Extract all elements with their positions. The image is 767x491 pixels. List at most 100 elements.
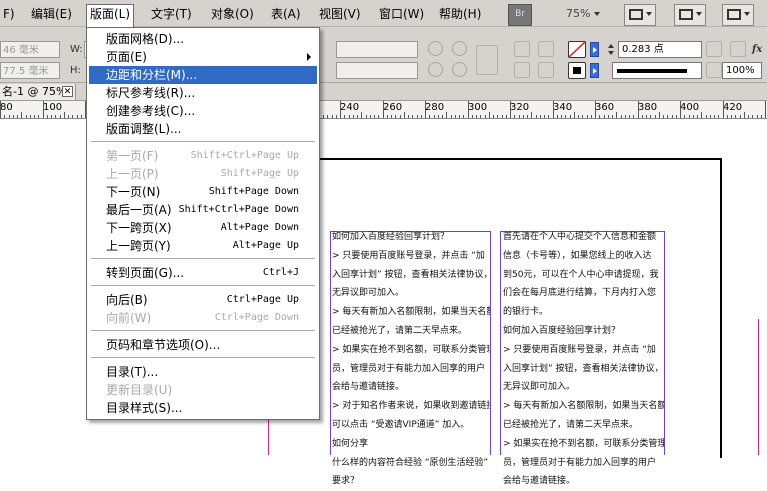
rotate-ccw-icon[interactable] [452,41,467,56]
y-position-field[interactable]: 46 毫米 [0,41,60,58]
menu-item-toc-styles[interactable]: 目录样式(S)... [89,399,317,417]
menu-item-update-toc[interactable]: 更新目录(U) [89,381,317,399]
menu-item-margins-columns[interactable]: 边距和分栏(M)... [89,66,317,84]
menu-item-go-to-page[interactable]: 转到页面(G)... Ctrl+J [89,264,317,282]
menu-item-toc[interactable]: 目录(T)... [89,363,317,381]
text-line: 入回享计划” 按钮，查看相关法律协议， [332,269,490,280]
ruler-tick [357,115,358,118]
text-line: 无异议即可加入。 [503,382,576,393]
ruler-tick [765,101,766,118]
menu-item-pages[interactable]: 页面(E) [89,48,317,66]
stroke-weight-stepper-icon[interactable] [608,42,616,57]
menu-item-first-page[interactable]: 第一页(F) Shift+Ctrl+Page Up [89,147,317,165]
ruler-tick [705,115,707,118]
ruler-tick [344,115,346,118]
menu-item-previous-spread[interactable]: 上一跨页(Y) Alt+Page Up [89,237,317,255]
ruler-tick [51,115,52,118]
scale-icon[interactable] [706,62,722,78]
menu-help[interactable]: 帮助(H) [436,5,484,23]
menu-item-numbering-sections[interactable]: 页码和章节选项(O)... [89,336,317,354]
stroke-swatch-icon[interactable] [568,62,586,79]
stroke-weight-field[interactable]: 0.283 点 [618,41,702,58]
ruler-tick [607,115,609,118]
select-content-icon[interactable] [514,62,530,78]
zoom-dropdown-icon[interactable] [594,12,600,16]
column-guide [330,231,331,455]
flip-vertical-icon[interactable] [452,62,467,77]
menu-type[interactable]: 文字(T) [148,5,195,23]
ruler-tick [25,115,27,118]
text-line: 什么样的内容符合经验 “原创生活经验” [332,457,489,468]
text-line: 到50元，可以在个人中心申请提现，我 [503,269,659,280]
stroke-type-selector[interactable] [612,62,702,79]
flip-horizontal-icon[interactable] [428,62,443,77]
shear-field[interactable] [336,62,418,79]
menu-view[interactable]: 视图(V) [316,5,364,23]
rotation-field[interactable] [336,41,418,58]
layout-menu-dropdown: 版面网格(D)... 页面(E) 边距和分栏(M)... 标尺参考线(R)...… [86,27,320,420]
ruler-tick [42,101,44,118]
reference-point-icon[interactable] [476,45,498,75]
rotate-cw-icon[interactable] [428,41,443,56]
select-previous-icon[interactable] [538,62,554,78]
arrange-documents-button[interactable] [722,4,754,26]
zoom-level[interactable]: 75% [566,4,590,24]
menu-item-go-back[interactable]: 向后(B) Ctrl+Page Up [89,291,317,309]
frame-fitting-icon[interactable] [706,41,722,57]
menu-layout[interactable]: 版面(L) [86,4,135,28]
menu-edit[interactable]: 编辑(E) [28,5,75,23]
fill-none-icon[interactable] [568,41,586,58]
menu-item-create-guides[interactable]: 创建参考线(C)... [89,102,317,120]
y-height-field[interactable]: 77.5 毫米 [0,62,60,79]
ruler-tick [633,115,635,118]
ruler-tick [569,115,571,118]
menu-item-next-page[interactable]: 下一页(N) Shift+Page Down [89,183,317,201]
text-line: 的银行卡。 [503,307,549,318]
text-line: 员，管理员对于有能力加入回享的用户 [503,457,657,468]
height-label: H: [70,65,81,76]
ruler-tick [582,115,584,118]
menu-item-previous-page[interactable]: 上一页(P) Shift+Page Up [89,165,317,183]
ruler-tick [488,112,490,118]
ruler-tick [395,115,397,118]
width-label: W: [70,44,83,55]
effects-fx-icon[interactable]: fx [752,41,762,58]
ruler-tick [21,112,23,118]
menu-window[interactable]: 窗口(W) [376,5,427,23]
menu-item-go-forward[interactable]: 向前(W) Ctrl+Page Down [89,309,317,327]
ruler-tick [68,115,69,118]
menu-item-ruler-guides[interactable]: 标尺参考线(R)... [89,84,317,102]
menu-item-last-page[interactable]: 最后一页(A) Shift+Ctrl+Page Down [89,201,317,219]
ruler-tick [17,115,18,118]
menu-object[interactable]: 对象(O) [208,5,257,23]
ruler-tick [63,112,65,118]
close-icon[interactable]: ✕ [62,86,73,97]
ruler-label: 280 [425,102,445,113]
scale-percent-field[interactable]: 100% [722,62,762,79]
ruler-tick [595,101,596,118]
screen-mode-button[interactable] [624,4,656,26]
menu-item-layout-grid[interactable]: 版面网格(D)... [89,30,317,48]
menu-item-next-spread[interactable]: 下一跨页(X) Alt+Page Down [89,219,317,237]
menu-item-layout-adjustment[interactable]: 版面调整(L)... [89,120,317,138]
ruler-tick [748,115,749,118]
view-options-button[interactable] [674,4,706,26]
select-container-icon[interactable] [514,41,530,57]
select-next-icon[interactable] [538,41,554,57]
ruler-tick [671,115,673,118]
text-column-left[interactable]: 如何加入百度经验回享计划？ > 只要使用百度账号登录，并点击 “加 入回享计划”… [332,228,490,491]
document-tab[interactable]: 名-1 @ 75% ✕ [0,84,76,100]
ruler-tick [612,115,613,118]
drop-shadow-icon[interactable] [730,41,746,57]
fill-swatch-menu-icon[interactable] [590,42,599,57]
ruler-tick [378,115,380,118]
ruler-tick [459,115,460,118]
text-column-right[interactable]: 首先请在个人中心提交个人信息和金额 信息（卡号等），如果您线上的收入达 到50元… [503,228,664,491]
bridge-button[interactable]: Br [508,4,532,26]
menu-file[interactable]: F) [0,5,18,23]
menu-table[interactable]: 表(A) [268,5,304,23]
ruler-tick [629,115,630,118]
text-line: > 只要使用百度账号登录，并点击 “加 [332,250,485,261]
stroke-swatch-menu-icon[interactable] [590,63,599,78]
ruler-tick [654,115,656,118]
